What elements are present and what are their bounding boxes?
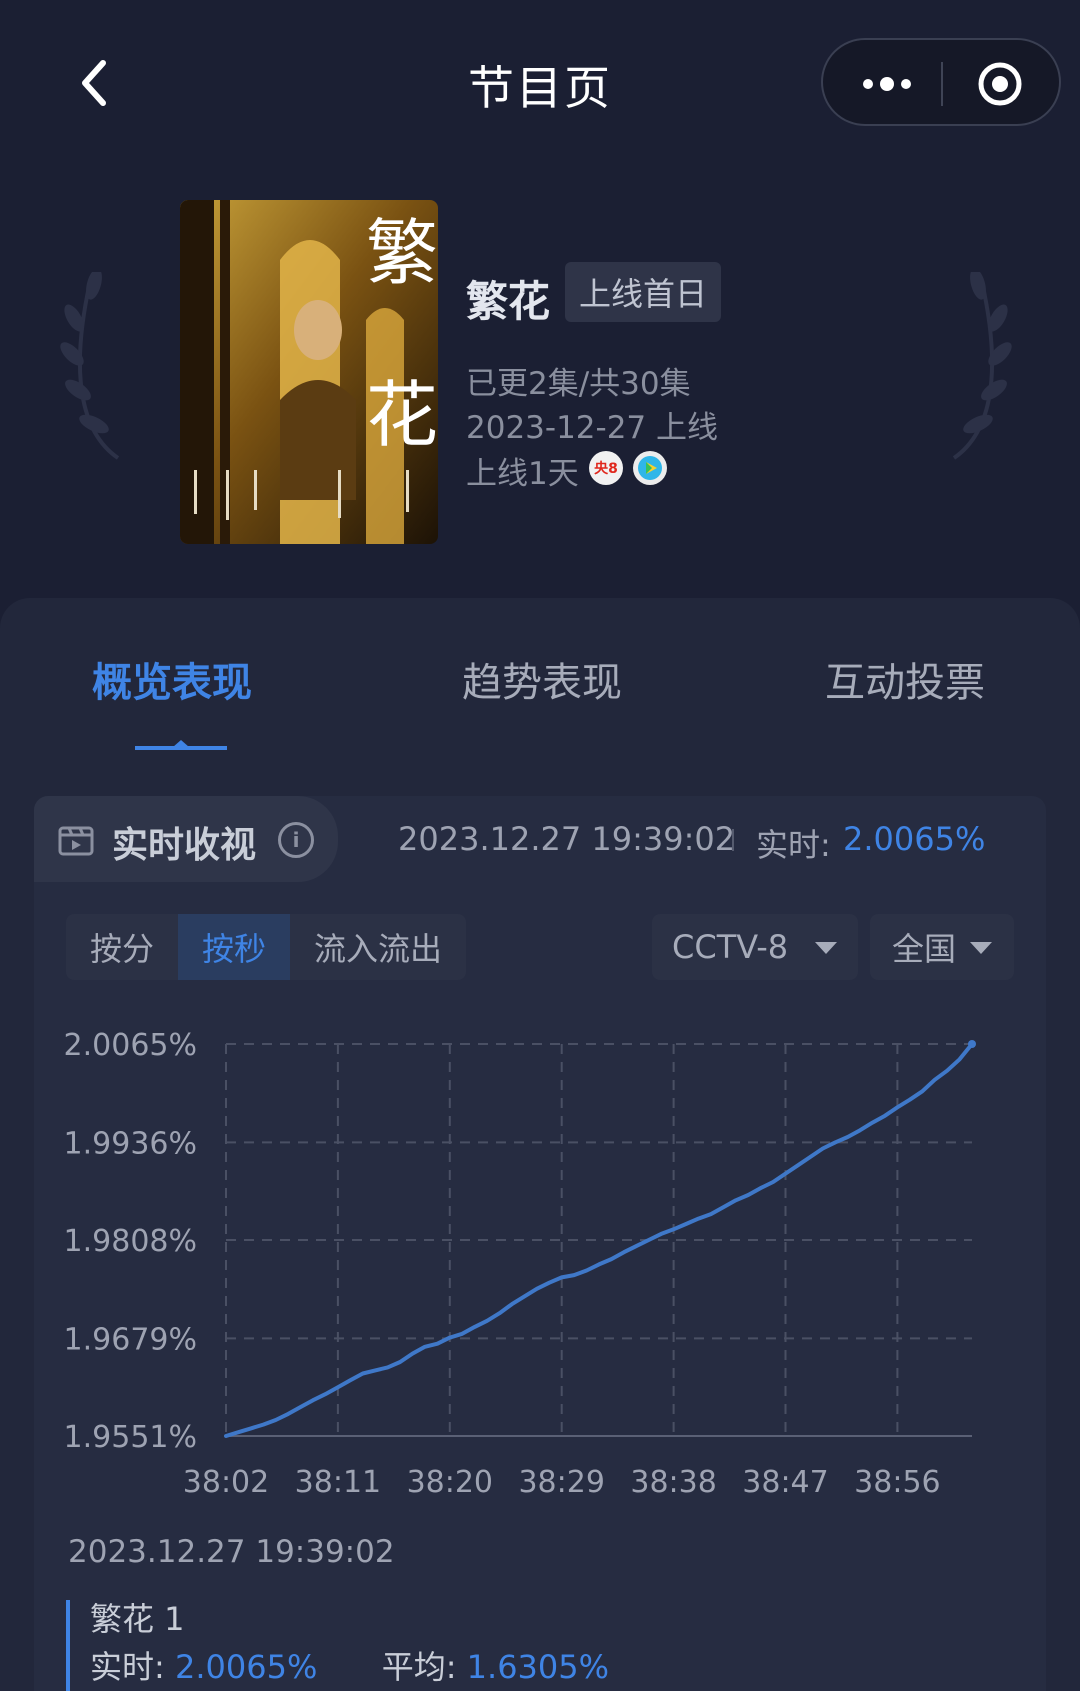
target-icon[interactable]	[977, 61, 1023, 107]
tab-indicator	[135, 746, 227, 750]
video-platform-logo-icon	[633, 451, 667, 485]
laurel-right-icon	[952, 272, 1012, 460]
x-tick-label: 38:11	[295, 1465, 381, 1500]
y-tick-label: 1.9679%	[64, 1322, 197, 1357]
region-dropdown-value: 全国	[892, 930, 957, 968]
capsule-divider	[941, 62, 943, 106]
tab-trend[interactable]: 趋势表现	[462, 650, 622, 708]
segment-by-minute[interactable]: 按分	[66, 914, 178, 980]
caret-down-icon	[815, 942, 837, 954]
series-name: 繁花 1	[90, 1600, 185, 1638]
poster-title-char-1: 繁	[366, 211, 438, 295]
y-tick-label: 1.9936%	[64, 1126, 197, 1161]
granularity-switch: 按分 按秒 流入流出	[66, 914, 466, 980]
caret-down-icon	[970, 942, 992, 954]
nav-bar: 节目页	[0, 0, 1080, 170]
y-tick-label: 1.9551%	[64, 1420, 197, 1455]
x-tick-label: 38:56	[854, 1465, 940, 1500]
more-button[interactable]	[853, 62, 921, 106]
realtime-label: 实时:	[756, 826, 831, 864]
poster-image: 繁 花	[180, 200, 438, 544]
channel-dropdown-value: CCTV-8	[672, 928, 789, 966]
program-poster[interactable]: 繁 花	[180, 200, 438, 544]
y-tick-label: 2.0065%	[64, 1028, 197, 1063]
rating-line-chart[interactable]: 1.9551% 1.9679% 1.9808% 1.9936% 2.0065% 38:02…	[0, 1000, 1080, 1510]
realtime-title: 实时收视	[112, 825, 257, 866]
release-date: 2023-12-27 上线	[466, 410, 719, 446]
x-tick-label: 38:20	[407, 1465, 493, 1500]
tab-vote[interactable]: 互动投票	[825, 650, 985, 708]
realtime-timestamp: 2023.12.27 19:39:02	[398, 820, 736, 858]
program-name: 繁花	[466, 277, 551, 326]
realtime-value: 2.0065%	[843, 820, 986, 858]
average-label: 平均:	[381, 1648, 457, 1686]
tooltip-realtime-value: 2.0065%	[174, 1648, 318, 1686]
episode-count: 已更2集/共30集	[466, 366, 691, 402]
laurel-left-icon	[60, 272, 120, 460]
channel-dropdown[interactable]: CCTV-8	[652, 914, 858, 980]
series-values: 实时: 2.0065% 平均: 1.6305%	[90, 1642, 609, 1688]
realtime-label: 实时:	[90, 1648, 165, 1686]
x-tick-label: 38:02	[183, 1465, 269, 1500]
info-icon[interactable]: i	[278, 822, 314, 858]
region-dropdown[interactable]: 全国	[870, 914, 1014, 980]
x-tick-label: 38:47	[742, 1465, 828, 1500]
series-color-bar	[66, 1600, 70, 1691]
x-tick-label: 38:38	[630, 1465, 716, 1500]
tv-icon	[58, 826, 94, 856]
segment-by-second[interactable]: 按秒	[178, 914, 290, 980]
tooltip-time: 2023.12.27 19:39:02	[68, 1534, 395, 1570]
poster-title-char-2: 花	[366, 373, 438, 457]
segment-inflow-outflow[interactable]: 流入流出	[290, 914, 466, 980]
tooltip-average-value: 1.6305%	[466, 1648, 610, 1686]
y-tick-label: 1.9808%	[64, 1224, 197, 1259]
mini-program-capsule	[821, 38, 1061, 126]
days-online: 上线1天	[466, 456, 579, 492]
ellipsis-icon	[863, 79, 873, 89]
x-tick-label: 38:29	[518, 1465, 604, 1500]
data-point	[968, 1040, 976, 1048]
premiere-badge: 上线首日	[565, 262, 722, 322]
tab-overview[interactable]: 概览表现	[92, 650, 252, 708]
timestamp-divider	[732, 829, 734, 851]
cctv8-logo-icon: 央8	[589, 451, 623, 485]
